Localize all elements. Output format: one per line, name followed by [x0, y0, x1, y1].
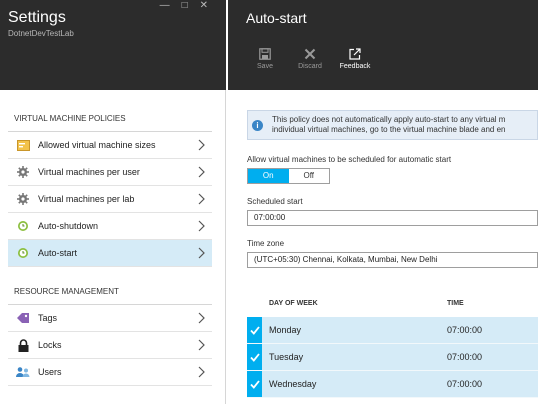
- checkmark-icon[interactable]: [247, 344, 262, 370]
- info-text-line2: individual virtual machines, go to the v…: [272, 125, 506, 134]
- time-cell: 07:00:00: [447, 325, 483, 335]
- info-text-line1: This policy does not automatically apply…: [272, 115, 506, 124]
- page-title: Auto-start: [246, 10, 307, 26]
- clock-icon: [16, 246, 30, 260]
- chevron-right-icon: [198, 247, 205, 259]
- sidebar-item-users[interactable]: Users: [8, 359, 212, 386]
- chevron-right-icon: [198, 220, 205, 232]
- minimize-icon[interactable]: —: [160, 0, 182, 11]
- auto-start-header: Auto-start Save Discard Feedback: [228, 0, 538, 90]
- discard-button[interactable]: Discard: [290, 48, 330, 70]
- chevron-right-icon: [198, 166, 205, 178]
- scheduled-start-label: Scheduled start: [247, 197, 303, 206]
- table-row[interactable]: Monday 07:00:00: [247, 317, 538, 344]
- sidebar-item-label: Allowed virtual machine sizes: [38, 140, 156, 150]
- checkmark-icon[interactable]: [247, 317, 262, 343]
- toggle-on-option[interactable]: On: [248, 169, 289, 183]
- resource-management-heading: RESOURCE MANAGEMENT: [8, 279, 212, 305]
- time-zone-label: Time zone: [247, 239, 285, 248]
- allow-schedule-toggle: On Off: [247, 168, 330, 184]
- save-button[interactable]: Save: [245, 48, 285, 70]
- sidebar-item-auto-shutdown[interactable]: Auto-shutdown: [8, 213, 212, 240]
- time-cell: 07:00:00: [447, 352, 483, 362]
- save-label: Save: [257, 63, 273, 70]
- auto-start-form: i This policy does not automatically app…: [247, 110, 538, 398]
- auto-start-blade: Auto-start Save Discard Feedback i This …: [228, 0, 538, 404]
- time-cell: 07:00:00: [447, 379, 483, 389]
- window-controls: —□✕: [160, 0, 220, 11]
- settings-list: VIRTUAL MACHINE POLICIES Allowed virtual…: [8, 90, 212, 386]
- save-icon: [259, 48, 271, 60]
- close-icon: [304, 48, 316, 60]
- sidebar-item-label: Virtual machines per user: [38, 167, 140, 177]
- gear-icon: [16, 192, 30, 206]
- maximize-icon[interactable]: □: [182, 0, 200, 11]
- day-cell: Wednesday: [269, 379, 317, 389]
- feedback-label: Feedback: [339, 63, 371, 70]
- sidebar-item-allowed-vm-sizes[interactable]: Allowed virtual machine sizes: [8, 132, 212, 159]
- vm-policies-heading: VIRTUAL MACHINE POLICIES: [8, 106, 212, 132]
- schedule-table: DAY OF WEEK TIME Monday 07:00:00 Tuesday…: [247, 290, 538, 398]
- sidebar-item-locks[interactable]: Locks: [8, 332, 212, 359]
- vm-sizes-icon: [16, 138, 30, 152]
- sidebar-item-label: Tags: [38, 313, 58, 323]
- settings-header: Settings DotnetDevTestLab —□✕: [0, 0, 226, 90]
- gear-icon: [16, 165, 30, 179]
- sidebar-item-tags[interactable]: Tags: [8, 305, 212, 332]
- day-of-week-header: DAY OF WEEK: [269, 300, 318, 307]
- day-cell: Monday: [269, 325, 302, 335]
- table-row[interactable]: Tuesday 07:00:00: [247, 344, 538, 371]
- sidebar-item-label: Users: [38, 367, 62, 377]
- time-header: TIME: [447, 300, 464, 307]
- chevron-right-icon: [198, 312, 205, 324]
- chevron-right-icon: [198, 366, 205, 378]
- lock-icon: [16, 338, 30, 352]
- clock-icon: [16, 219, 30, 233]
- lab-name: DotnetDevTestLab: [8, 29, 74, 38]
- external-link-icon: [349, 48, 361, 60]
- time-zone-select[interactable]: (UTC+05:30) Chennai, Kolkata, Mumbai, Ne…: [247, 252, 538, 268]
- sidebar-item-label: Locks: [38, 340, 62, 350]
- users-icon: [16, 365, 30, 379]
- settings-blade: Settings DotnetDevTestLab —□✕ VIRTUAL MA…: [0, 0, 226, 404]
- toggle-off-option[interactable]: Off: [288, 169, 329, 183]
- chevron-right-icon: [198, 139, 205, 151]
- table-header: DAY OF WEEK TIME: [247, 290, 538, 317]
- feedback-button[interactable]: Feedback: [335, 48, 375, 70]
- info-icon: i: [252, 120, 263, 131]
- sidebar-item-label: Auto-shutdown: [38, 221, 99, 231]
- settings-title: Settings: [8, 9, 66, 26]
- close-icon[interactable]: ✕: [200, 0, 220, 11]
- app-root: Settings DotnetDevTestLab —□✕ VIRTUAL MA…: [0, 0, 538, 404]
- tag-icon: [16, 311, 30, 325]
- sidebar-item-vms-per-user[interactable]: Virtual machines per user: [8, 159, 212, 186]
- sidebar-item-auto-start[interactable]: Auto-start: [8, 240, 212, 267]
- discard-label: Discard: [298, 63, 322, 70]
- info-banner: i This policy does not automatically app…: [247, 110, 538, 140]
- sidebar-item-vms-per-lab[interactable]: Virtual machines per lab: [8, 186, 212, 213]
- allow-schedule-label: Allow virtual machines to be scheduled f…: [247, 155, 452, 164]
- sidebar-item-label: Auto-start: [38, 248, 78, 258]
- scheduled-start-input[interactable]: 07:00:00: [247, 210, 538, 226]
- chevron-right-icon: [198, 193, 205, 205]
- day-cell: Tuesday: [269, 352, 304, 362]
- chevron-right-icon: [198, 339, 205, 351]
- table-row[interactable]: Wednesday 07:00:00: [247, 371, 538, 398]
- checkmark-icon[interactable]: [247, 371, 262, 397]
- sidebar-item-label: Virtual machines per lab: [38, 194, 135, 204]
